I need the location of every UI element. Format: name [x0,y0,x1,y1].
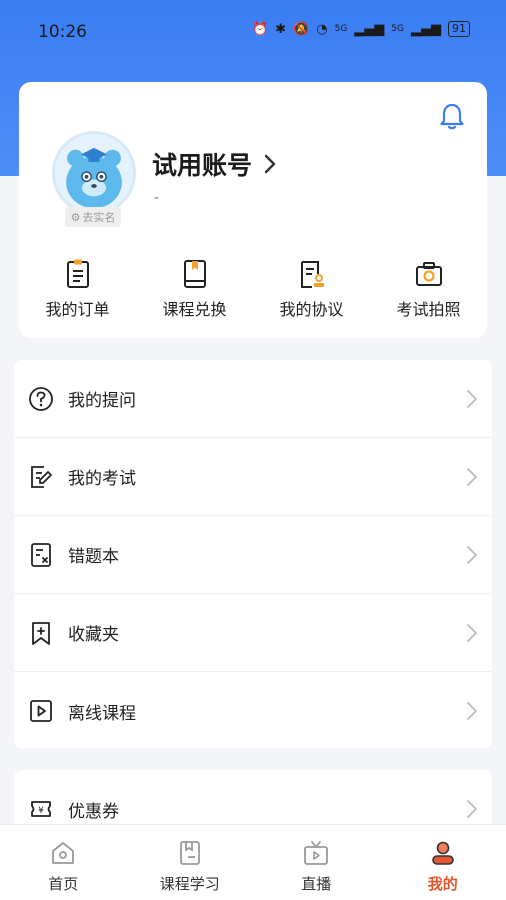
bottom-tab-bar: 首页 课程学习 直播 我的 [0,824,506,900]
shortcut-row: 我的订单 课程兑换 我的协议 考试拍照 [19,258,487,320]
shortcut-my-agreement[interactable]: 我的协议 [253,258,370,320]
camera-icon [415,262,442,286]
tab-live[interactable]: 直播 [253,825,380,900]
course-redeem-icon [183,260,206,288]
account-subline: - [154,190,160,206]
status-icons: ⏰ ✱ 🔕 ◔ 5G ▂▄▆ 5G ▂▄▆ 91 [252,21,470,37]
signal-label-2: 5G [391,24,404,34]
chevron-right-icon [467,800,477,818]
profile-card: ⚙ 去实名 试用账号 - 我的订单 课程兑换 我的协议 考试拍照 [19,82,487,338]
tab-home[interactable]: 首页 [0,825,127,900]
menu-label: 收藏夹 [68,625,119,645]
menu-item-offline-courses[interactable]: 离线课程 [14,672,492,750]
battery-indicator: 91 [448,21,470,37]
exam-icon [31,465,52,488]
username-row[interactable]: 试用账号 [152,146,276,182]
status-time: 10:26 [38,22,87,42]
alarm-icon: ⏰ [251,21,269,37]
study-icon [179,841,200,865]
verify-tag-label: 去实名 [82,211,116,224]
tab-label: 首页 [48,875,79,893]
menu-card: 我的提问 我的考试 错题本 收藏夹 离线课程 [14,360,492,748]
menu-label: 优惠券 [68,801,119,822]
tab-label: 课程学习 [159,875,220,893]
shortcut-label: 我的协议 [279,300,344,319]
menu-label: 我的提问 [68,391,136,411]
order-icon [66,259,89,288]
menu-label: 离线课程 [68,703,136,724]
offline-video-icon [30,700,52,722]
chevron-right-icon [467,546,477,564]
bluetooth-icon: ✱ [275,21,287,37]
avatar[interactable] [52,131,136,215]
chevron-right-icon [467,624,477,642]
tab-label: 直播 [301,875,332,893]
username: 试用账号 [152,151,253,180]
signal-icon-1: ▂▄▆ [354,21,385,37]
chevron-right-icon [467,390,477,408]
verify-tag[interactable]: ⚙ 去实名 [65,207,121,227]
menu-item-wrong-book[interactable]: 错题本 [14,516,492,594]
status-bar: 10:26 ⏰ ✱ 🔕 ◔ 5G ▂▄▆ 5G ▂▄▆ 91 [0,0,506,62]
shortcut-label: 课程兑换 [162,300,227,319]
mute-icon: 🔕 [293,21,310,37]
bookmark-icon [32,621,50,645]
chevron-right-icon [467,702,477,720]
agreement-icon [300,261,324,288]
shortcut-exam-photo[interactable]: 考试拍照 [370,258,487,320]
coupon-icon: ¥ [31,801,51,817]
signal-label-1: 5G [334,24,348,34]
tab-course-study[interactable]: 课程学习 [127,825,254,900]
wrong-book-icon [31,542,51,567]
menu-label: 错题本 [68,547,119,567]
gear-small-icon: ⚙ [70,210,81,224]
menu-label: 我的考试 [68,469,136,489]
bear-mascot-icon [66,147,122,209]
menu-item-my-questions[interactable]: 我的提问 [14,360,492,438]
bell-icon[interactable] [439,102,465,130]
shortcut-label: 我的订单 [45,300,110,319]
profile-icon [431,841,454,865]
chevron-right-icon [264,154,276,174]
menu-item-favorites[interactable]: 收藏夹 [14,594,492,672]
avatar-image [52,131,136,215]
home-icon [52,842,75,864]
wifi-icon: ◔ [316,21,328,37]
tab-label: 我的 [427,875,458,893]
tab-mine[interactable]: 我的 [380,825,506,900]
svg-text:¥: ¥ [38,806,44,816]
shortcut-course-redeem[interactable]: 课程兑换 [136,258,253,320]
chevron-right-icon [467,468,477,486]
shortcut-label: 考试拍照 [396,300,461,319]
menu-item-my-exams[interactable]: 我的考试 [14,438,492,516]
live-tv-icon [304,841,329,865]
question-icon [29,386,53,411]
signal-icon-2: ▂▄▆ [411,21,441,37]
shortcut-my-orders[interactable]: 我的订单 [19,258,136,320]
